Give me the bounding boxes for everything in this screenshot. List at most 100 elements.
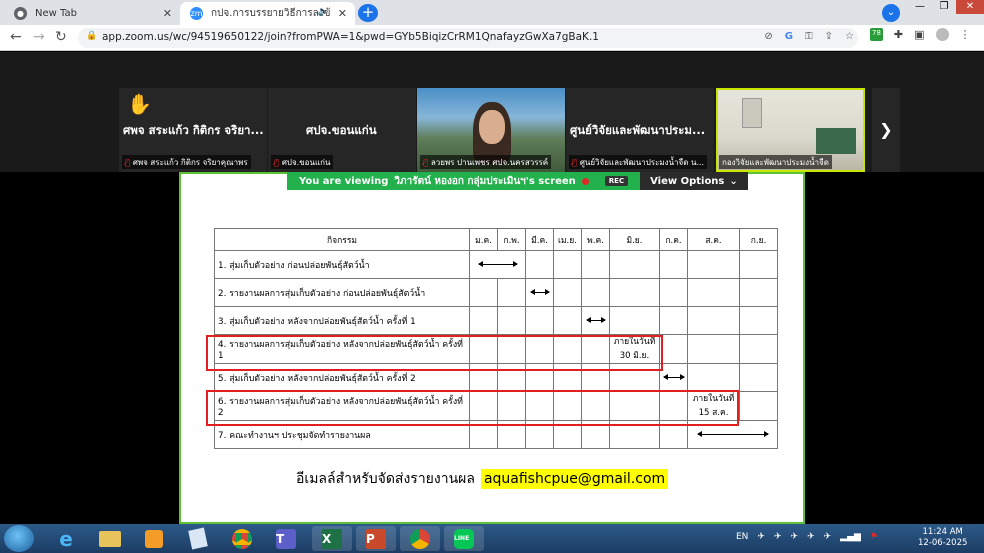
chrome-icon[interactable] (400, 526, 440, 551)
tray-app-icon[interactable]: ✈ (807, 532, 815, 542)
line-icon[interactable]: LINE (444, 526, 484, 551)
muted-mic-icon: 🎙̸ (572, 157, 577, 167)
tray-app-icon[interactable]: ✈ (824, 532, 832, 542)
close-icon[interactable]: ✕ (338, 7, 347, 20)
share-icon[interactable]: ⇪ (825, 31, 833, 42)
viewing-banner: You are viewing วิภารัตน์ หองอก กลุ่มประ… (287, 172, 748, 190)
url-omnibox[interactable]: 🔒 app.zoom.us/wc/94519650122/join?fromPW… (78, 28, 858, 48)
participant-tile[interactable]: ศปจ.ขอนแก่น 🎙̸ ศปจ.ขอนแก่น (268, 88, 416, 172)
tab-zoom-meeting[interactable]: zm กปจ.การบรรยายวิธีการลงข้อมูลส 🔈 ✕ (180, 2, 355, 25)
muted-mic-icon: 🎙̸ (423, 157, 428, 167)
tray-app-icon[interactable]: ✈ (791, 532, 799, 542)
chrome-icon[interactable] (222, 526, 262, 551)
close-window-button[interactable]: ✕ (956, 0, 984, 14)
participant-name: ศปจ.ขอนแก่น (306, 123, 377, 137)
muted-mic-icon: 🎙̸ (125, 157, 130, 167)
column-header: ก.พ. (497, 228, 526, 251)
participant-tile[interactable]: ศูนย์วิจัยและพัฒนาประม... 🎙̸ ศูนย์วิจัยแล… (566, 88, 714, 172)
chrome-icon: ● (14, 7, 27, 20)
table-row: 3. สุ่มเก็บตัวอย่าง หลังจากปล่อยพันธุ์สั… (214, 306, 778, 335)
timeline-arrow (696, 431, 769, 437)
clock-time: 11:24 AM (922, 527, 963, 537)
muted-mic-icon: 🎙̸ (274, 157, 279, 167)
chevron-down-icon: ⌄ (729, 175, 738, 187)
table-row: 2. รายงานผลการสุ่มเก็บตัวอย่าง ก่อนปล่อย… (214, 278, 778, 307)
notepad-icon[interactable] (178, 526, 218, 551)
participant-name: ศพจ สระแก้ว กิติกร จริยา... (123, 123, 264, 137)
tray-app-icon[interactable]: ✈ (774, 532, 782, 542)
new-tab-button[interactable]: + (358, 4, 378, 22)
email-address: aquafishcpue@gmail.com (480, 469, 669, 489)
tab-search-icon[interactable]: ⌄ (882, 4, 900, 22)
ie-icon[interactable]: e (46, 526, 86, 551)
tab-title: กปจ.การบรรยายวิธีการลงข้อมูลส (211, 8, 331, 19)
explorer-icon[interactable] (90, 526, 130, 551)
start-button[interactable] (4, 525, 34, 552)
menu-kebab-icon[interactable]: ⋮ (960, 28, 971, 41)
view-options-button[interactable]: View Options ⌄ (640, 172, 748, 190)
activity-cell: 3. สุ่มเก็บตัวอย่าง หลังจากปล่อยพันธุ์สั… (214, 306, 470, 335)
participant-label: 🎙̸ ศูนย์วิจัยและพัฒนาประมงน้ำจืด น... (569, 155, 708, 169)
extensions-puzzle-icon[interactable]: ✚ (894, 28, 903, 41)
close-icon[interactable]: ✕ (163, 7, 172, 20)
column-header: ก.ค. (659, 228, 688, 251)
network-icon[interactable]: ▂▄▆ (840, 532, 861, 542)
language-indicator[interactable]: EN (736, 532, 748, 542)
bookmark-star-icon[interactable]: ☆ (845, 31, 854, 42)
minimize-button[interactable]: — (908, 0, 932, 14)
activity-cell: 1. สุ่มเก็บตัวอย่าง ก่อนปล่อยพันธุ์สัตว์… (214, 250, 470, 279)
column-header: พ.ค. (581, 228, 610, 251)
column-header: ม.ค. (469, 228, 498, 251)
raised-hand-icon: ✋ (127, 92, 152, 116)
participant-video (742, 98, 762, 128)
taskbar-clock[interactable]: 11:24 AM 12-06-2025 (918, 527, 967, 549)
participant-label: 🎙̸ ลวยพร ปานเพชร ศปจ.นครสวรรค์ (420, 155, 552, 169)
highlight-box-row-4 (206, 335, 663, 371)
timeline-cell (581, 306, 610, 335)
flag-icon[interactable]: ⚑ (870, 532, 878, 542)
reload-button[interactable]: ↻ (55, 29, 67, 45)
lock-icon[interactable]: 🔒 (86, 31, 97, 41)
clock-date: 12-06-2025 (918, 538, 968, 548)
tray-app-icon[interactable]: ✈ (757, 532, 765, 542)
excel-icon[interactable]: X (312, 526, 352, 551)
system-tray: EN ✈ ✈ ✈ ✈ ✈ ▂▄▆ ⚑ (736, 532, 878, 542)
participant-video-tile[interactable]: 🎙̸ ลวยพร ปานเพชร ศปจ.นครสวรรค์ (417, 88, 565, 172)
gallery-next-button[interactable]: ❯ (872, 88, 900, 172)
key-icon[interactable]: ⚿ (805, 31, 813, 42)
participant-name: ศูนย์วิจัยและพัฒนาประม... (570, 123, 706, 137)
back-button[interactable]: ← (10, 29, 22, 45)
profile-avatar[interactable] (935, 28, 949, 41)
participant-label: กองวิจัยและพัฒนาประมงน้ำจืด (719, 155, 832, 169)
column-header: ก.ย. (739, 228, 778, 251)
extension-badge[interactable]: 78 (870, 28, 883, 41)
timeline-arrow (662, 374, 685, 380)
record-dot-icon (581, 177, 589, 185)
speaker-icon[interactable]: 🔈 (318, 7, 329, 17)
activity-cell: 2. รายงานผลการสุ่มเก็บตัวอย่าง ก่อนปล่อย… (214, 278, 470, 307)
teams-icon[interactable]: T (266, 526, 306, 551)
participant-face (479, 110, 505, 144)
sidebar-icon[interactable]: ▣ (914, 28, 924, 41)
windows-taskbar: e T X P LINE EN ✈ ✈ ✈ ✈ ✈ ▂▄▆ ⚑ 11:24 AM… (0, 524, 984, 553)
participant-label: 🎙̸ ศพจ สระแก้ว กิติกร จริยาคุณาพร (122, 155, 251, 169)
tab-title: New Tab (35, 8, 77, 19)
shared-screen-area: You are viewing วิภารัตน์ หองอก กลุ่มประ… (0, 172, 984, 524)
forward-button[interactable]: → (33, 29, 45, 45)
participant-tile[interactable]: ✋ ศพจ สระแก้ว กิติกร จริยา... 🎙̸ ศพจ สระแ… (119, 88, 267, 172)
timeline-cell (469, 250, 526, 279)
timeline-cell (525, 278, 554, 307)
media-icon[interactable] (134, 526, 174, 551)
google-icon[interactable]: G (785, 31, 793, 42)
zoom-icon: zm (190, 7, 203, 20)
blocked-icon[interactable]: ⊘ (764, 31, 772, 42)
column-header: ส.ค. (687, 228, 740, 251)
tab-new-tab[interactable]: ● New Tab ✕ (4, 2, 180, 25)
timeline-arrow (529, 289, 550, 295)
maximize-button[interactable]: ❐ (932, 0, 956, 14)
participant-gallery: ✋ ศพจ สระแก้ว กิติกร จริยา... 🎙̸ ศพจ สระแ… (0, 88, 984, 172)
active-speaker-tile[interactable]: กองวิจัยและพัฒนาประมงน้ำจืด (716, 88, 865, 172)
zoom-top-area (0, 52, 984, 88)
powerpoint-icon[interactable]: P (356, 526, 396, 551)
email-line: อีเมลล์สำหรับจัดส่งรายงานผล aquafishcpue… (296, 468, 669, 490)
